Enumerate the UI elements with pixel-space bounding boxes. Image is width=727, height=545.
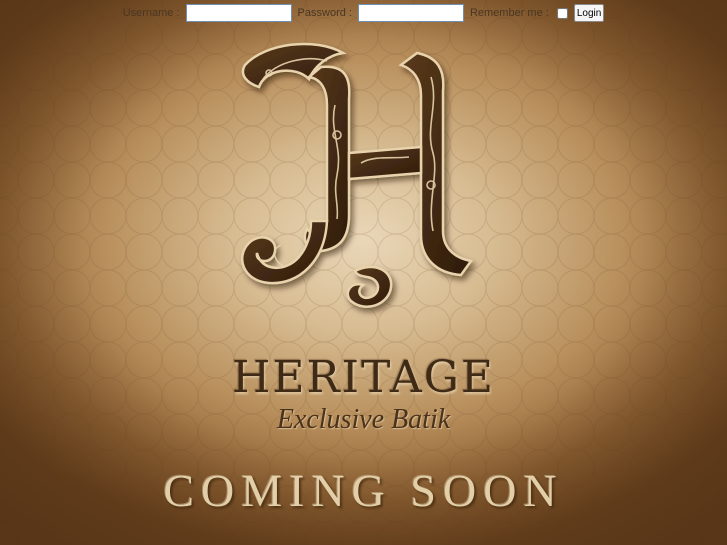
login-button[interactable]: Login — [573, 4, 605, 22]
password-input[interactable] — [357, 4, 464, 22]
password-label: Password : — [297, 7, 352, 19]
heritage-monogram-logo — [240, 42, 474, 308]
remember-me-checkbox[interactable] — [556, 7, 568, 19]
remember-me-label: Remember me : — [469, 7, 549, 19]
brand-name: HERITAGE — [232, 352, 495, 403]
username-input[interactable] — [185, 4, 292, 22]
username-label: Username : — [122, 7, 180, 19]
login-form: Username : Password : Remember me : Logi… — [0, 3, 727, 23]
brand-tagline: Exclusive Batik — [276, 404, 451, 435]
coming-soon-message: COMING SOON — [163, 465, 564, 516]
